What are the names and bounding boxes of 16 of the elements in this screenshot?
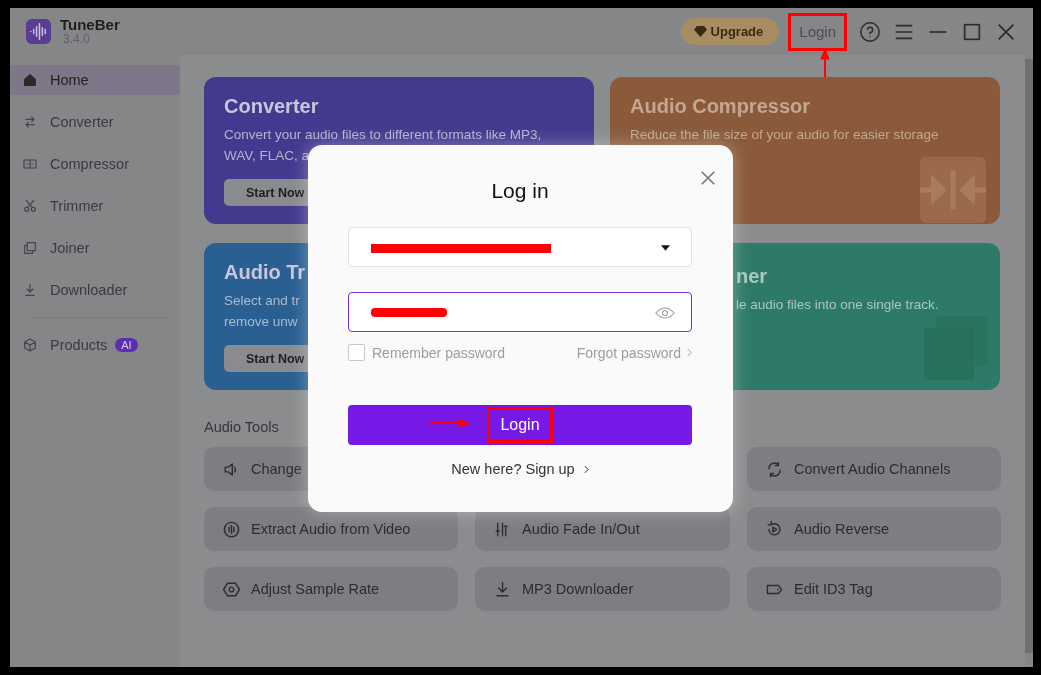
card-description: le audio files into one single track.	[736, 296, 939, 314]
section-heading: Audio Tools	[204, 419, 279, 435]
card-description: Convert your audio files to different formats like MP3,	[224, 126, 542, 144]
card-title: Audio Tr	[224, 261, 306, 284]
card-description: WAV, FLAC, a	[224, 147, 310, 165]
card-description: remove unw	[224, 313, 298, 331]
card-title: Audio Compressor	[630, 95, 811, 118]
ai-badge: AI	[115, 338, 138, 352]
card-description: Select and tr	[224, 292, 300, 310]
card-title: ner	[736, 265, 768, 288]
login-label: Login	[487, 407, 553, 443]
app-name: TuneBer	[60, 16, 120, 34]
card-description: Reduce the file size of your audio for easier storage	[630, 126, 939, 144]
remember-label: Remember password	[372, 344, 506, 361]
card-title: Converter	[224, 95, 319, 118]
dialog-title: Log in	[491, 179, 549, 203]
